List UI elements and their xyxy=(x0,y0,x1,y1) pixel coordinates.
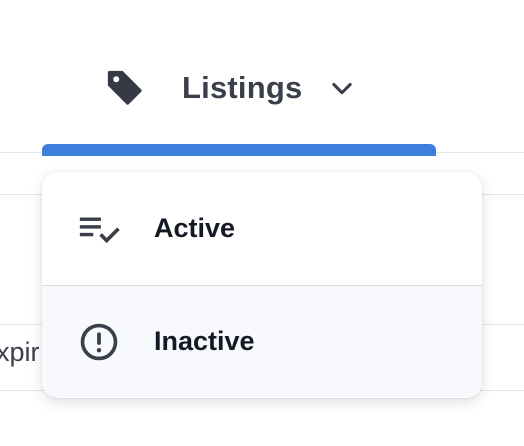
menu-item-label: Active xyxy=(154,213,236,243)
tab-label: Listings xyxy=(182,70,303,105)
menu-item-inactive[interactable]: Inactive xyxy=(42,285,482,397)
alert-circle-icon xyxy=(76,319,122,365)
menu-item-active[interactable]: Active xyxy=(42,172,482,285)
active-tab-indicator xyxy=(42,144,436,156)
checklist-icon xyxy=(76,206,122,252)
listings-tab[interactable]: Listings xyxy=(104,66,356,110)
listings-dropdown-menu: Active Inactive xyxy=(42,172,482,398)
menu-item-label: Inactive xyxy=(154,326,255,356)
tag-icon xyxy=(104,67,146,109)
background-cell-text: xpir xyxy=(0,337,40,367)
chevron-down-icon[interactable] xyxy=(328,74,356,102)
